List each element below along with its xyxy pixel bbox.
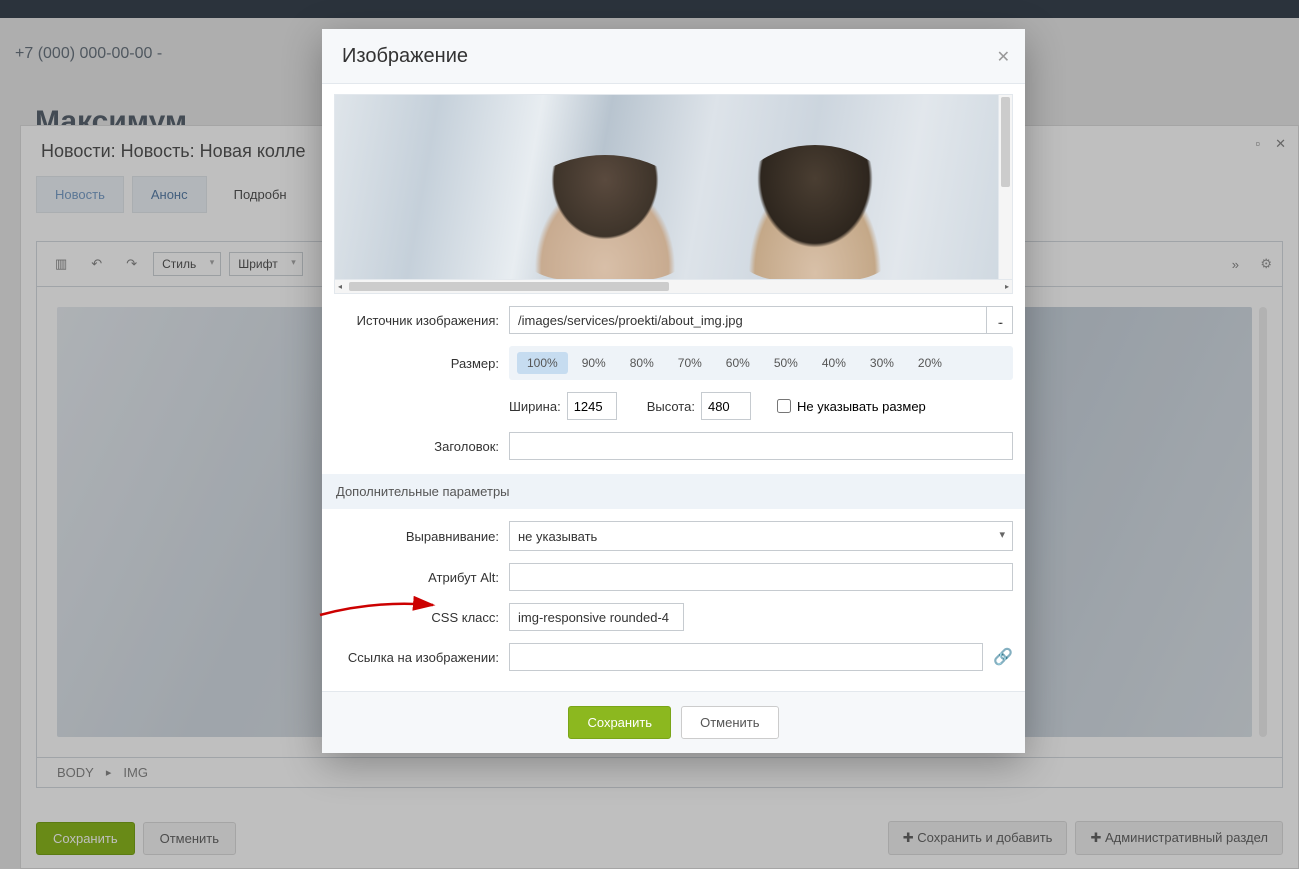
css-class-input[interactable] bbox=[509, 603, 684, 631]
dialog-save-button[interactable]: Сохранить bbox=[568, 706, 671, 739]
row-size: Размер: 100% 90% 80% 70% 60% 50% 40% 30%… bbox=[334, 346, 1013, 380]
width-input[interactable] bbox=[567, 392, 617, 420]
preview-image bbox=[335, 95, 998, 279]
nosize-checkbox[interactable] bbox=[777, 399, 791, 413]
label-css-class: CSS класс: bbox=[334, 610, 509, 625]
label-width: Ширина: bbox=[509, 399, 561, 414]
label-link: Ссылка на изображении: bbox=[334, 650, 509, 665]
row-title: Заголовок: bbox=[334, 432, 1013, 460]
size-20[interactable]: 20% bbox=[908, 352, 952, 374]
align-select[interactable]: не указывать bbox=[509, 521, 1013, 551]
size-30[interactable]: 30% bbox=[860, 352, 904, 374]
size-40[interactable]: 40% bbox=[812, 352, 856, 374]
image-dialog: Изображение ✕ Источник изображения: ... … bbox=[322, 29, 1025, 753]
section-extra-params: Дополнительные параметры bbox=[322, 474, 1025, 509]
link-icon[interactable]: 🔗 bbox=[993, 647, 1013, 667]
row-link: Ссылка на изображении: 🔗 bbox=[334, 643, 1013, 671]
preview-scrollbar-vertical[interactable] bbox=[998, 95, 1012, 279]
size-60[interactable]: 60% bbox=[716, 352, 760, 374]
row-alt: Атрибут Alt: bbox=[334, 563, 1013, 591]
height-input[interactable] bbox=[701, 392, 751, 420]
preview-scrollbar-h-thumb[interactable] bbox=[349, 282, 669, 291]
row-source: Источник изображения: ... bbox=[334, 306, 1013, 334]
title-input[interactable] bbox=[509, 432, 1013, 460]
label-source: Источник изображения: bbox=[334, 313, 509, 328]
label-title: Заголовок: bbox=[334, 439, 509, 454]
close-icon[interactable]: ✕ bbox=[997, 47, 1010, 67]
dialog-cancel-button[interactable]: Отменить bbox=[681, 706, 778, 739]
label-nosize: Не указывать размер bbox=[797, 399, 926, 414]
dialog-title: Изображение bbox=[342, 45, 468, 68]
dialog-body: Источник изображения: ... Размер: 100% 9… bbox=[322, 84, 1025, 691]
label-size: Размер: bbox=[334, 356, 509, 371]
row-align: Выравнивание: не указывать bbox=[334, 521, 1013, 551]
dialog-header: Изображение ✕ bbox=[322, 29, 1025, 84]
nosize-checkbox-wrap[interactable]: Не указывать размер bbox=[777, 399, 926, 414]
source-input[interactable] bbox=[509, 306, 987, 334]
preview-scrollbar-horizontal[interactable] bbox=[335, 279, 1012, 293]
label-align: Выравнивание: bbox=[334, 529, 509, 544]
dialog-footer: Сохранить Отменить bbox=[322, 691, 1025, 753]
size-70[interactable]: 70% bbox=[668, 352, 712, 374]
row-dimensions: Ширина: Высота: Не указывать размер bbox=[334, 392, 1013, 420]
label-height: Высота: bbox=[647, 399, 695, 414]
alt-input[interactable] bbox=[509, 563, 1013, 591]
size-100[interactable]: 100% bbox=[517, 352, 568, 374]
size-80[interactable]: 80% bbox=[620, 352, 664, 374]
image-preview bbox=[334, 94, 1013, 294]
size-50[interactable]: 50% bbox=[764, 352, 808, 374]
size-90[interactable]: 90% bbox=[572, 352, 616, 374]
link-input[interactable] bbox=[509, 643, 983, 671]
size-selector: 100% 90% 80% 70% 60% 50% 40% 30% 20% bbox=[509, 346, 1013, 380]
row-css-class: CSS класс: bbox=[334, 603, 1013, 631]
source-browse-button[interactable]: ... bbox=[987, 306, 1013, 334]
label-alt: Атрибут Alt: bbox=[334, 570, 509, 585]
